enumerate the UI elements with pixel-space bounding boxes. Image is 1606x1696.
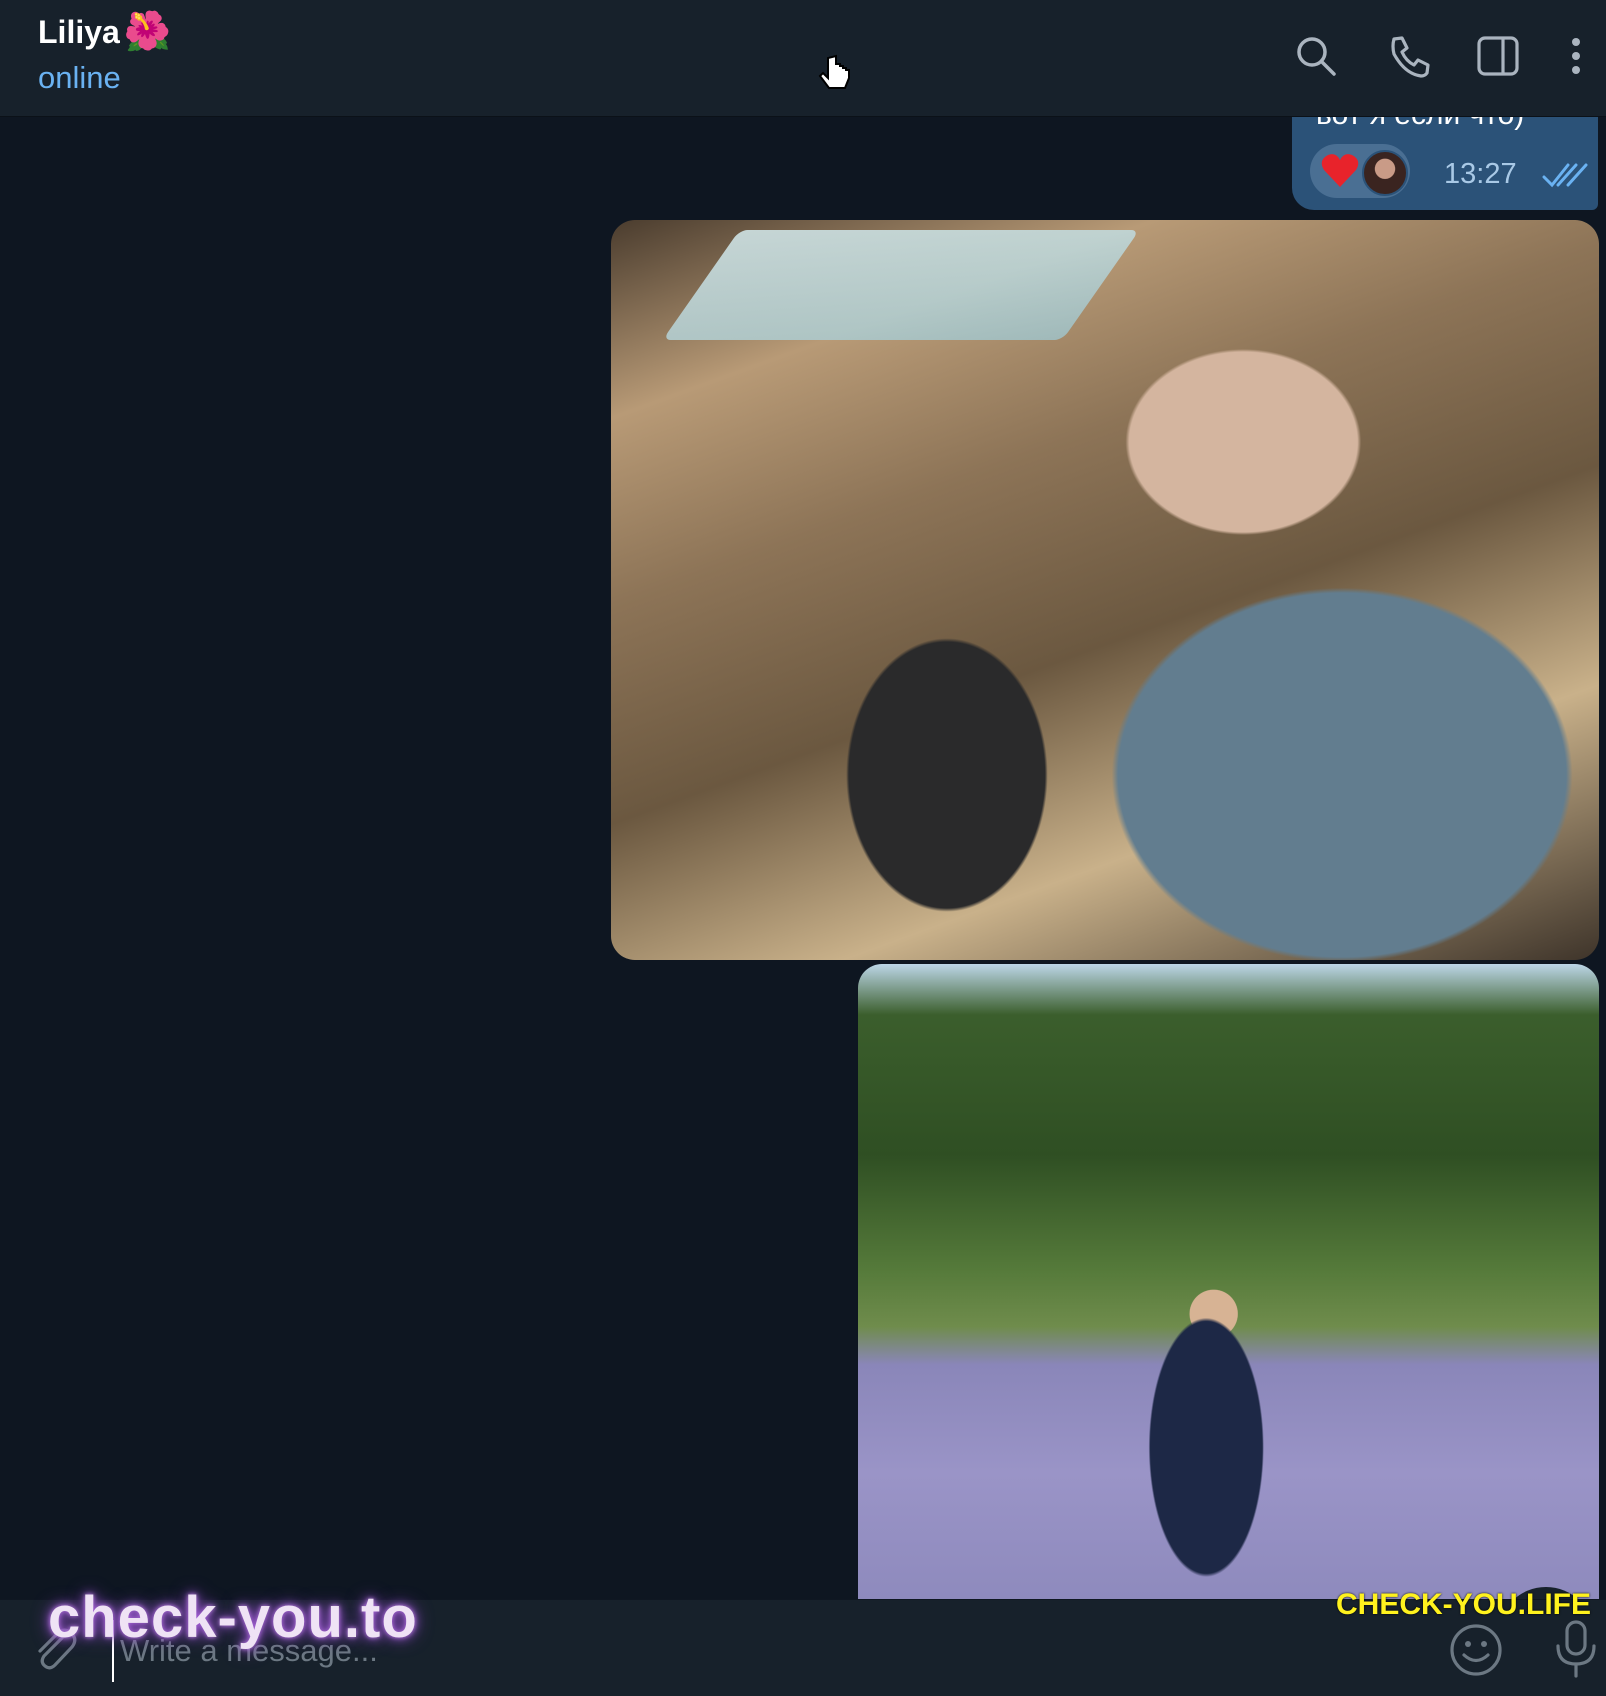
watermark-left: check-you.to <box>48 1585 418 1650</box>
message-list[interactable]: вот я если что) 13:27 <box>0 117 1606 1599</box>
sidebar-toggle-button[interactable] <box>1470 28 1526 84</box>
double-check-icon <box>1542 163 1588 188</box>
call-button[interactable] <box>1380 28 1436 84</box>
chat-title[interactable]: Liliya 🌺 <box>38 10 171 54</box>
search-button[interactable] <box>1288 28 1344 84</box>
emoji-icon[interactable] <box>1448 1622 1504 1678</box>
hibiscus-emoji: 🌺 <box>123 11 172 53</box>
message-time: 13:27 <box>1444 158 1517 190</box>
message-text: вот я если что) <box>1316 117 1524 133</box>
watermark-right: CHECK-YOU.LIFE <box>1336 1588 1591 1621</box>
sidebar-toggle-icon <box>1477 36 1519 76</box>
reactor-avatar <box>1362 150 1408 196</box>
online-status: online <box>38 60 121 95</box>
hand-cursor-icon <box>818 54 850 89</box>
outgoing-message[interactable]: вот я если что) 13:27 <box>1292 117 1598 210</box>
reaction-chip[interactable] <box>1310 144 1410 198</box>
contact-name: Liliya <box>38 14 120 50</box>
more-options-icon <box>1572 38 1580 74</box>
car-selfie-photo[interactable] <box>611 220 1599 960</box>
sunroof-shape <box>662 230 1140 340</box>
heart-reaction-icon <box>1321 154 1359 187</box>
chat-header: Liliya 🌺 online <box>0 0 1606 117</box>
microphone-icon[interactable] <box>1548 1618 1604 1680</box>
lavender-field-photo[interactable] <box>858 964 1599 1599</box>
phone-icon <box>1391 36 1430 78</box>
more-options-button[interactable] <box>1548 28 1604 84</box>
search-icon <box>1297 37 1336 76</box>
